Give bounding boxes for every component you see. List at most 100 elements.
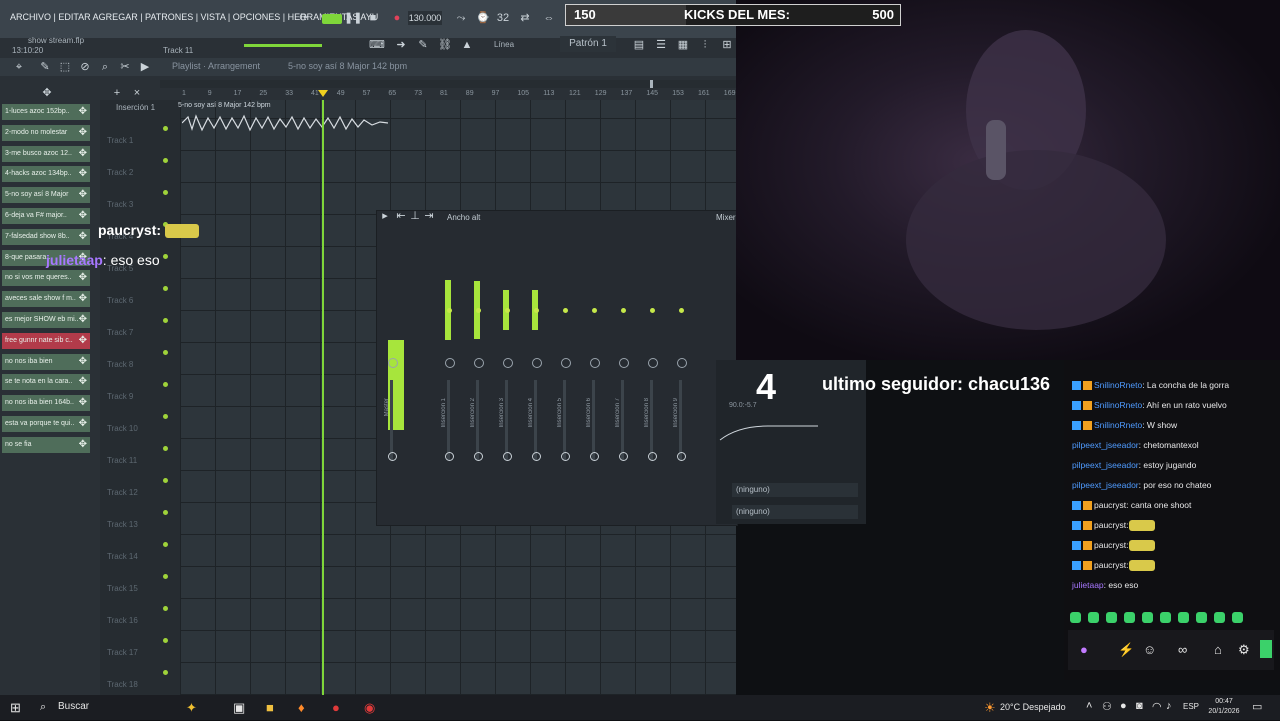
stamp-icon[interactable]: ▲: [458, 36, 476, 54]
chat-message[interactable]: SnilinoRneto: W show: [1072, 420, 1177, 431]
chat-message[interactable]: paucryst: canta one shoot: [1072, 500, 1191, 511]
chat-message[interactable]: pilpeext_jseeador: chetomantexol: [1072, 440, 1199, 450]
emote-icon[interactable]: [1142, 612, 1153, 623]
channel-move-icon[interactable]: ✥: [79, 374, 87, 390]
emote-icon[interactable]: [1088, 612, 1099, 623]
volume-fader[interactable]: [505, 380, 508, 460]
emote-bar[interactable]: [1070, 610, 1260, 624]
chat-username[interactable]: SnilinoRneto: [1094, 400, 1142, 410]
send-slot-1[interactable]: (ninguno): [732, 483, 858, 497]
mute-led[interactable]: [563, 308, 568, 313]
windows-start-icon[interactable]: ⊞: [10, 700, 21, 716]
channel-item[interactable]: esta va porque te qui.. ✥: [2, 416, 90, 432]
mixer-strip[interactable]: Master: [380, 230, 404, 510]
pause-icon[interactable]: ❚❚: [344, 9, 362, 27]
route-button[interactable]: [474, 452, 483, 461]
emote-icon[interactable]: [1178, 612, 1189, 623]
pan-knob[interactable]: [561, 358, 571, 368]
track-enable-led[interactable]: [163, 638, 168, 643]
track-enable-led[interactable]: [163, 382, 168, 387]
channel-rack-icon[interactable]: ▦: [674, 36, 692, 54]
chat-username[interactable]: paucryst: [1094, 520, 1126, 530]
chat-message[interactable]: pilpeext_jseeador: estoy jugando: [1072, 460, 1196, 470]
keyboard-icon[interactable]: ⌨: [368, 36, 386, 54]
playhead[interactable]: [322, 100, 324, 695]
channel-move-icon[interactable]: ✥: [79, 125, 87, 141]
channel-item[interactable]: no nos iba bien 164b.. ✥: [2, 395, 90, 412]
mute-led[interactable]: [505, 308, 510, 313]
mute-led[interactable]: [679, 308, 684, 313]
mixer-strip[interactable]: Inserción 6: [582, 230, 606, 510]
clock[interactable]: 00:47 20/1/2026: [1207, 697, 1241, 717]
search-icon[interactable]: ⌕: [40, 701, 46, 714]
channel-item[interactable]: 2-modo no molestar ✥: [2, 124, 90, 141]
send-slot-2[interactable]: (ninguno): [732, 505, 858, 519]
route-button[interactable]: [503, 452, 512, 461]
channel-move-icon[interactable]: ✥: [79, 270, 87, 286]
chat-send-button[interactable]: [1260, 640, 1272, 658]
channel-item[interactable]: 7-falsedad show 8b.. ✥: [2, 228, 90, 245]
pan-knob[interactable]: [503, 358, 513, 368]
mixer-icon[interactable]: ⫶: [696, 36, 714, 54]
track-label[interactable]: Track 12: [107, 488, 138, 497]
scrollbar-thumb[interactable]: [650, 80, 653, 88]
track-label[interactable]: Track 6: [107, 296, 133, 305]
emote-icon[interactable]: [1124, 612, 1135, 623]
route-button[interactable]: [445, 452, 454, 461]
volume-fader[interactable]: [679, 380, 682, 460]
volume-fader[interactable]: [563, 380, 566, 460]
chat-username[interactable]: pilpeext_jseeador: [1072, 460, 1139, 470]
channel-item[interactable]: 1-luces azoc 152bp.. ✥: [2, 104, 90, 120]
route-button[interactable]: [677, 452, 686, 461]
loop-record-icon[interactable]: ⇄: [516, 9, 534, 27]
channel-item[interactable]: 5-no soy así 8 Major ✥: [2, 187, 90, 204]
track-label[interactable]: Track 14: [107, 552, 138, 561]
add-channel-icon[interactable]: ✥: [38, 84, 56, 102]
mute-led[interactable]: [650, 308, 655, 313]
channel-move-icon[interactable]: ✥: [79, 104, 87, 120]
track-label[interactable]: Track 16: [107, 616, 138, 625]
mic-icon[interactable]: ●: [1080, 642, 1088, 657]
track-label[interactable]: Track 10: [107, 424, 138, 433]
pan-knob[interactable]: [532, 358, 542, 368]
emote-icon[interactable]: [1196, 612, 1207, 623]
track-enable-led[interactable]: [163, 286, 168, 291]
track-enable-led[interactable]: [163, 126, 168, 131]
stop-icon[interactable]: ■: [364, 9, 382, 27]
wait-icon[interactable]: ⌚: [474, 9, 492, 27]
settings-icon[interactable]: ⚙: [1238, 642, 1250, 658]
track-enable-led[interactable]: [163, 350, 168, 355]
chat-username[interactable]: pilpeext_jseeador: [1072, 480, 1139, 490]
mute-led[interactable]: [534, 308, 539, 313]
chat-message[interactable]: paucryst:: [1072, 560, 1155, 572]
mixer-preset[interactable]: Ancho alt: [447, 213, 480, 222]
channel-move-icon[interactable]: ✥: [79, 208, 87, 224]
play-arrow-icon[interactable]: ➜: [392, 36, 410, 54]
track-enable-led[interactable]: [163, 446, 168, 451]
mixer-strip[interactable]: Inserción 4: [524, 230, 548, 510]
snap-mode-label[interactable]: Línea: [494, 40, 514, 49]
channel-item[interactable]: no nos iba bien ✥: [2, 353, 90, 370]
draw-icon[interactable]: ✎: [414, 36, 432, 54]
track-enable-led[interactable]: [163, 414, 168, 419]
track-enable-led[interactable]: [163, 606, 168, 611]
channel-move-icon[interactable]: ✥: [79, 146, 87, 162]
task-view-icon[interactable]: ▣: [233, 700, 245, 716]
channel-item[interactable]: es mejor SHOW eb mi.. ✥: [2, 312, 90, 328]
volume-fader[interactable]: [476, 380, 479, 460]
volume-fader[interactable]: [650, 380, 653, 460]
volume-fader[interactable]: [534, 380, 537, 460]
mixer-next-icon[interactable]: ⇥: [420, 207, 438, 225]
chat-username[interactable]: SnilinoRneto: [1094, 380, 1142, 390]
playlist-icon[interactable]: ▤: [630, 36, 648, 54]
channel-item[interactable]: 6-deja va F# major.. ✥: [2, 208, 90, 224]
input-language[interactable]: ESP: [1183, 702, 1199, 711]
song-mode-toggle[interactable]: [322, 14, 342, 24]
chat-username[interactable]: paucryst: [1094, 500, 1126, 510]
track-enable-led[interactable]: [163, 318, 168, 323]
track-label[interactable]: Track 9: [107, 392, 133, 401]
mixer-strip[interactable]: Inserción 3: [495, 230, 519, 510]
tray-app-icon[interactable]: ◙: [1136, 700, 1143, 712]
channel-item[interactable]: se te nota en la cara.. ✥: [2, 374, 90, 391]
track-label[interactable]: Track 11: [107, 456, 137, 465]
